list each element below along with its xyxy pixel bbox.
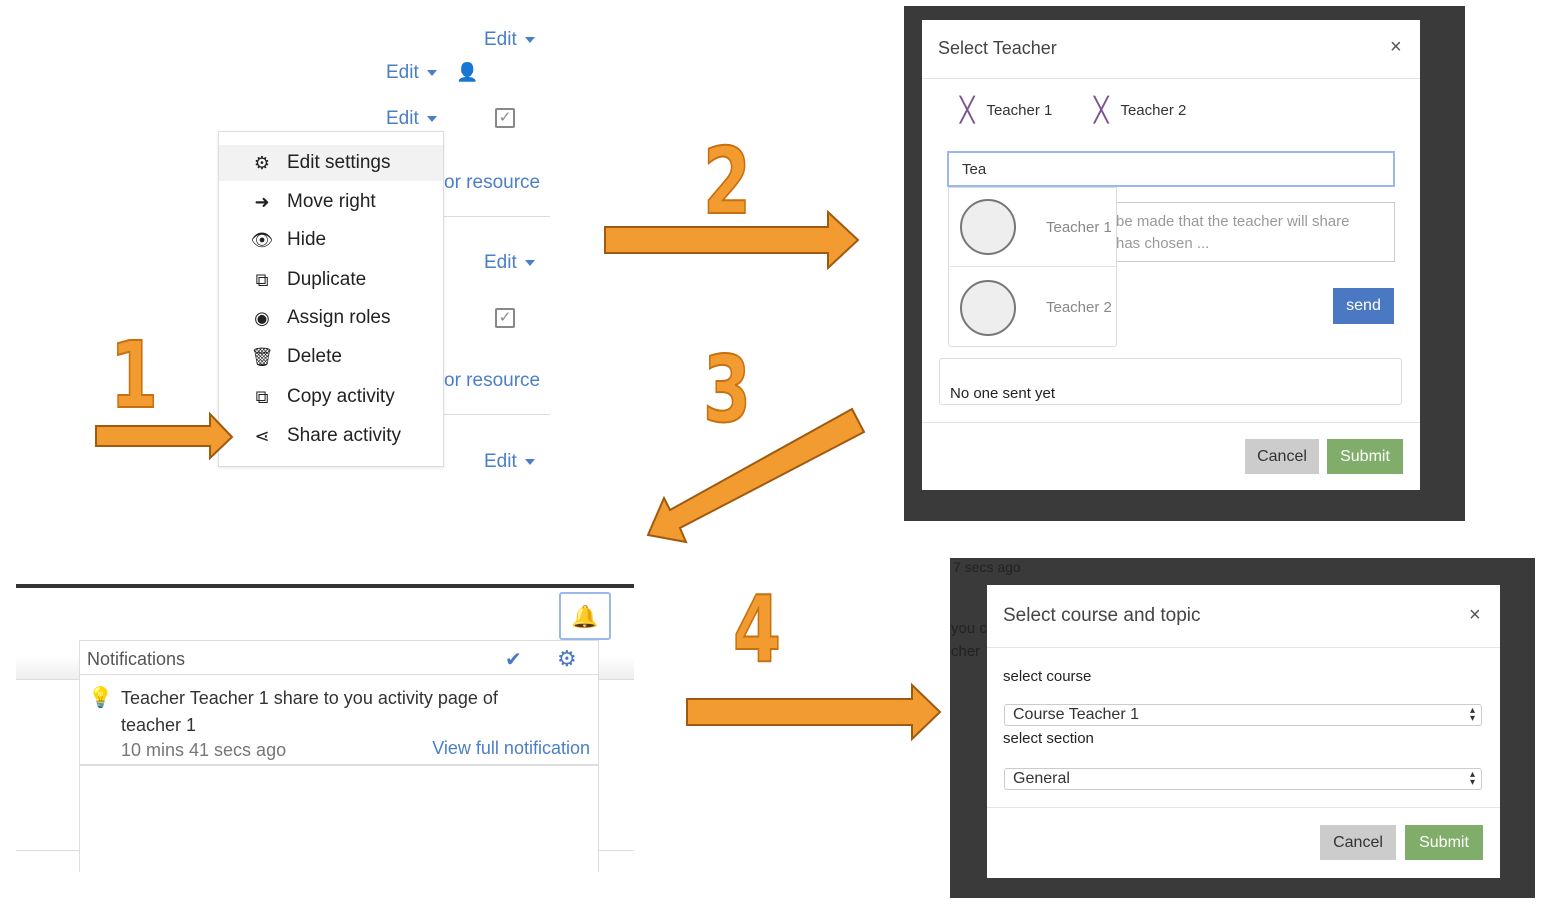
divider [922,422,1420,423]
close-icon[interactable]: × [1390,36,1402,59]
selected-teacher-tag[interactable]: ╳ Teacher 1 [960,96,1052,125]
view-full-notification-link[interactable]: View full notification [432,738,590,759]
arrow-down-left-icon [646,407,866,544]
teacher-search-input[interactable]: Tea [947,151,1395,187]
select-teacher-modal: Select Teacher × ╳ Teacher 1 ╳ Teacher 2 b… [922,20,1420,490]
notifications-popover: Notifications ✔ ⚙ 💡 Teacher Teacher 1 sh… [79,640,599,872]
divider [987,807,1500,808]
select-arrows-icon: ▴ ▾ [1469,769,1475,788]
modal-title: Select Teacher [938,38,1057,58]
cancel-button[interactable]: Cancel [1245,439,1319,474]
popover-title: Notifications [87,649,186,669]
arrow-right-icon [604,209,860,271]
divider [80,764,598,766]
modal-title: Select course and topic [1003,605,1201,626]
select-course-modal: Select course and topic × select course … [987,585,1500,878]
avatar [960,199,1016,255]
select-value: Course Teacher 1 [1013,706,1139,723]
mark-all-read-icon[interactable]: ✔ [505,647,522,672]
section-label: select section [1003,730,1094,747]
background-text: cher [951,643,981,660]
course-select[interactable]: Course Teacher 1 ▴ ▾ [1004,704,1482,726]
divider [80,674,598,675]
background-text: 7 secs ago [953,559,1021,575]
select-value: General [1013,770,1070,787]
message-text: has chosen ... [1116,235,1210,252]
bell-icon[interactable]: 🔔 [559,592,611,640]
selected-teacher-tag[interactable]: ╳ Teacher 2 [1094,96,1186,125]
divider [987,647,1500,648]
background-text: you c [951,620,987,637]
section-select[interactable]: General ▴ ▾ [1004,768,1482,790]
arrow-right-icon [95,411,234,461]
message-text: be made that the teacher will share [1116,213,1350,230]
submit-button[interactable]: Submit [1405,825,1483,860]
remove-icon[interactable]: ╳ [960,96,974,125]
lightbulb-icon: 💡 [88,687,113,709]
suggestion-item[interactable]: Teacher 1 [949,188,1116,267]
suggestion-label: Teacher 2 [1046,299,1112,316]
message-text: teacher 1 [121,715,197,735]
message-textarea[interactable]: be made that the teacher will share has c… [1115,202,1395,262]
select-arrows-icon: ▴ ▾ [1469,705,1475,724]
send-button[interactable]: send [1333,288,1394,324]
remove-icon[interactable]: ╳ [1094,96,1108,125]
divider [922,78,1420,79]
submit-button[interactable]: Submit [1327,439,1403,474]
teacher-suggestions: Teacher 1 Teacher 2 [948,187,1117,347]
cancel-button[interactable]: Cancel [1320,825,1396,860]
arrow-right-icon [686,682,942,742]
notification-time: 10 mins 41 secs ago [121,740,287,760]
suggestion-item[interactable]: Teacher 2 [949,268,1116,347]
sent-status: No one sent yet [939,358,1402,405]
message-text: Teacher Teacher 1 share to you activity … [121,688,498,708]
avatar [960,279,1016,336]
suggestion-label: Teacher 1 [1046,218,1112,236]
close-icon[interactable]: × [1469,604,1481,627]
navbar-edge [16,584,634,588]
course-label: select course [1003,668,1092,685]
tag-label: Teacher 2 [1120,102,1187,119]
notification-message[interactable]: Teacher Teacher 1 share to you activity … [121,685,498,739]
tag-label: Teacher 1 [986,102,1053,119]
gear-icon[interactable]: ⚙ [557,646,577,672]
